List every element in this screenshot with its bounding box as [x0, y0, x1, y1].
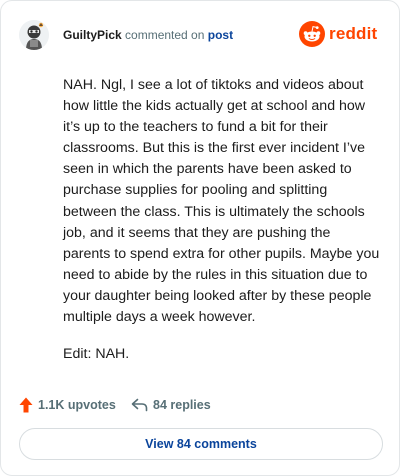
comment-paragraph: Edit: NAH.	[63, 346, 130, 363]
upvote-arrow-icon	[19, 397, 33, 413]
comment-body: NAH. Ngl, I see a lot of tiktoks and vid…	[63, 75, 381, 381]
comment-stats: 1.1K upvotes 84 replies	[19, 394, 381, 416]
avatar-icon[interactable]	[19, 20, 49, 50]
reddit-wordmark: reddit	[329, 24, 378, 43]
reply-stat[interactable]: 84 replies	[131, 394, 211, 416]
upvote-count: 1.1K upvotes	[38, 398, 116, 412]
upvote-stat[interactable]: 1.1K upvotes	[19, 394, 116, 416]
reddit-snoo-icon	[299, 21, 325, 52]
comment-paragraph: NAH. Ngl, I see a lot of tiktoks and vid…	[63, 77, 380, 326]
username-link[interactable]: GuiltyPick	[63, 28, 122, 42]
action-text: commented on	[125, 28, 205, 42]
reply-arrow-icon	[131, 398, 148, 412]
comment-byline: GuiltyPick commented on post	[63, 27, 233, 43]
reply-count: 84 replies	[153, 398, 211, 412]
comment-header: GuiltyPick commented on post reddit	[19, 19, 383, 51]
reddit-brand[interactable]: reddit	[299, 21, 383, 49]
view-comments-button[interactable]: View 84 comments	[19, 428, 383, 460]
comment-card: GuiltyPick commented on post reddit NAH.…	[0, 0, 400, 476]
post-link[interactable]: post	[208, 28, 233, 42]
